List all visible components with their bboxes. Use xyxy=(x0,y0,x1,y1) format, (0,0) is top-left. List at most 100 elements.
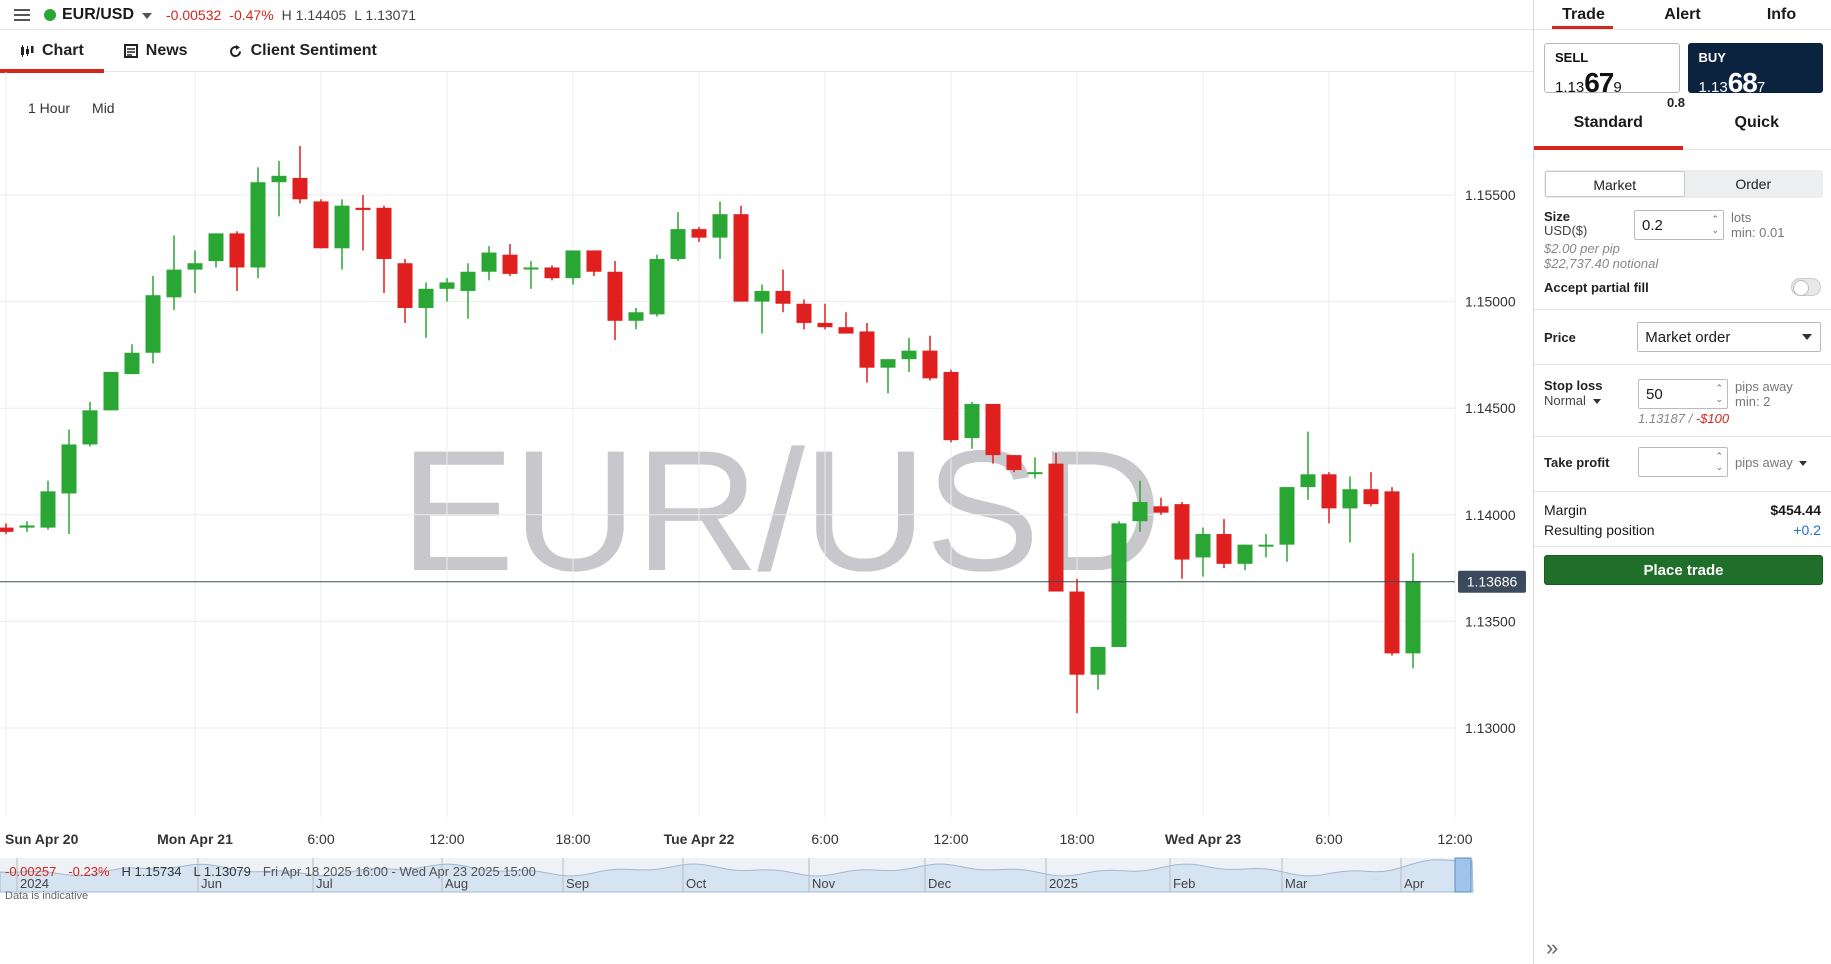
x-tick-label: 12:00 xyxy=(933,831,968,847)
candle-body xyxy=(124,352,140,375)
candle-body xyxy=(943,371,959,441)
stop-loss-type[interactable]: Normal xyxy=(1544,393,1638,408)
candle-body xyxy=(607,271,623,321)
stop-loss-input[interactable]: 50 ⌃ ⌄ xyxy=(1638,379,1728,409)
y-tick-label: 1.13000 xyxy=(1465,720,1516,736)
navigator-label: 2025 xyxy=(1049,876,1078,891)
size-input[interactable]: 0.2 ⌃ ⌄ xyxy=(1634,210,1724,240)
period-change: -0.00257 xyxy=(5,864,57,879)
candle-body xyxy=(628,312,644,321)
sell-price-pips: 67 xyxy=(1584,67,1614,98)
tab-quick[interactable]: Quick xyxy=(1683,110,1831,149)
partial-fill-label: Accept partial fill xyxy=(1544,279,1649,295)
stepper-arrows-icon[interactable]: ⌃ ⌄ xyxy=(1715,383,1723,405)
buy-price-fraction: 7 xyxy=(1756,79,1766,96)
data-indicative-note: Data is indicative xyxy=(5,890,89,902)
period-range: Fri Apr 18 2025 16:00 - Wed Apr 23 2025 … xyxy=(262,864,536,879)
divider xyxy=(1534,364,1831,365)
stop-loss-unit: pips away xyxy=(1735,379,1793,394)
candle-body xyxy=(712,214,728,238)
stepper-arrows-icon[interactable]: ⌃ ⌄ xyxy=(1715,451,1723,473)
price-type-selector[interactable]: Mid xyxy=(92,100,115,116)
margin-row: Margin $454.44 xyxy=(1534,502,1831,518)
candle-body xyxy=(964,403,980,439)
navigator-label: Feb xyxy=(1173,876,1195,891)
margin-value: $454.44 xyxy=(1770,502,1821,518)
size-row: Size USD($) 0.2 ⌃ ⌄ lots min: 0.01 xyxy=(1544,210,1821,240)
take-profit-unit[interactable]: pips away xyxy=(1735,455,1808,470)
tab-client-sentiment[interactable]: Client Sentiment xyxy=(208,31,397,72)
x-tick-label: 18:00 xyxy=(555,831,590,847)
chart-period-summary: -0.00257 -0.23% H 1.15734 L 1.13079 Fri … xyxy=(5,864,536,879)
market-option[interactable]: Market xyxy=(1545,171,1685,197)
take-profit-input[interactable]: ⌃ ⌄ xyxy=(1638,447,1728,477)
stepper-arrows-icon[interactable]: ⌃ ⌄ xyxy=(1711,214,1719,236)
candlestick-chart[interactable]: 1.15500 1.15000 1.14500 1.14000 1.13500 1.130… xyxy=(0,72,1533,964)
tab-trade[interactable]: Trade xyxy=(1534,0,1633,29)
x-tick-label: 18:00 xyxy=(1059,831,1094,847)
resulting-position-label: Resulting position xyxy=(1544,522,1655,538)
x-tick-label: Mon Apr 21 xyxy=(157,831,233,847)
price-change-percent: -0.47% xyxy=(229,6,274,23)
place-trade-button[interactable]: Place trade xyxy=(1544,555,1823,585)
candle-body xyxy=(691,229,707,238)
stop-loss-row: Stop loss Normal 50 ⌃ ⌄ pips away min: 2 xyxy=(1544,379,1821,409)
candle-body xyxy=(418,288,434,308)
partial-fill-toggle[interactable] xyxy=(1791,278,1821,296)
menu-icon[interactable] xyxy=(14,8,30,21)
candle-body xyxy=(40,491,56,528)
candle-body xyxy=(985,403,1001,456)
buy-button[interactable]: BUY 1.13687 xyxy=(1687,43,1823,98)
candle-body xyxy=(355,207,371,210)
candle-body xyxy=(376,207,392,259)
margin-label: Margin xyxy=(1544,502,1587,518)
candle-body xyxy=(1027,472,1043,475)
tab-alert[interactable]: Alert xyxy=(1633,0,1732,29)
candle-body xyxy=(1258,544,1274,547)
sell-price: 1.13679 xyxy=(1555,67,1669,99)
tab-client-sentiment-label: Client Sentiment xyxy=(250,42,377,59)
candle-body xyxy=(250,182,266,268)
stop-loss-amount: -$100 xyxy=(1695,411,1730,426)
tab-chart[interactable]: Chart xyxy=(0,31,104,73)
candle-body xyxy=(0,527,14,532)
navigator-label: Dec xyxy=(928,876,952,891)
sell-button[interactable]: SELL 1.13679 xyxy=(1544,43,1680,98)
chevron-down-icon[interactable] xyxy=(142,12,153,19)
daily-high: H 1.14405 xyxy=(281,6,347,23)
order-option[interactable]: Order xyxy=(1685,171,1823,197)
navigator-handle xyxy=(1454,857,1472,893)
stop-loss-level: 1.13187 / -$100 xyxy=(1638,411,1821,426)
x-tick-label: Tue Apr 22 xyxy=(664,831,735,847)
price-row: Price Market order xyxy=(1544,322,1821,352)
interval-selector[interactable]: 1 Hour xyxy=(28,100,70,116)
divider xyxy=(1534,309,1831,310)
candle-body xyxy=(145,295,161,353)
candle-body xyxy=(439,282,455,289)
candle-body xyxy=(502,254,518,274)
candle-body xyxy=(838,327,854,334)
price-type-dropdown[interactable]: Market order xyxy=(1637,322,1821,352)
y-tick-label: 1.15500 xyxy=(1465,187,1516,203)
candle-body xyxy=(19,525,35,528)
candle-body xyxy=(1300,474,1316,488)
instrument-symbol[interactable]: EUR/USD xyxy=(62,6,134,24)
buy-price: 1.13687 xyxy=(1699,67,1813,99)
candle-body xyxy=(901,350,917,360)
x-tick-label: 6:00 xyxy=(811,831,838,847)
resulting-position-row: Resulting position +0.2 xyxy=(1534,522,1831,538)
candle-body xyxy=(334,205,350,249)
sell-price-fraction: 9 xyxy=(1613,79,1622,96)
price-chart[interactable]: EUR/USD 1.15500 1.15000 1.14500 1.14000 1.13… xyxy=(0,72,1533,964)
candle-body xyxy=(922,350,938,379)
order-type-toggle: Market Order xyxy=(1544,170,1823,198)
tab-standard[interactable]: Standard xyxy=(1534,110,1683,150)
stop-loss-separator: / xyxy=(1685,411,1696,426)
size-value: 0.2 xyxy=(1642,217,1663,234)
candle-body xyxy=(775,290,791,304)
collapse-panel-icon[interactable]: » xyxy=(1546,935,1558,961)
tab-info[interactable]: Info xyxy=(1732,0,1831,29)
candle-body xyxy=(1279,487,1295,545)
x-tick-label: 6:00 xyxy=(307,831,334,847)
tab-news[interactable]: News xyxy=(104,31,208,72)
